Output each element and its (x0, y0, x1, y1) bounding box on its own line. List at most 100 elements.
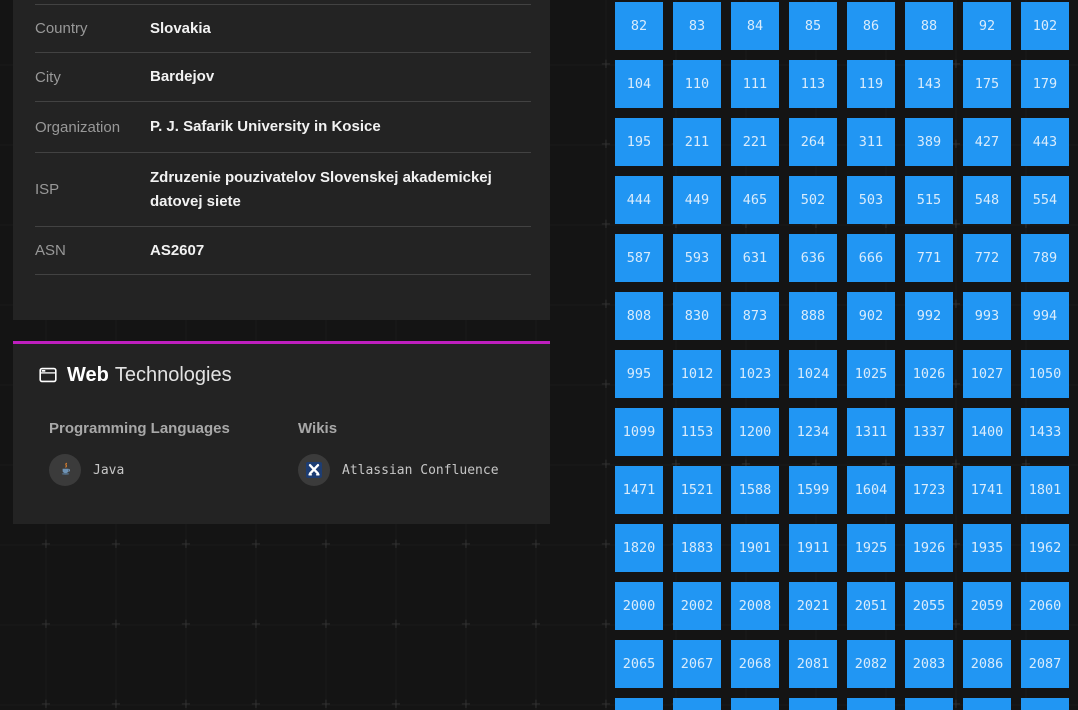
port-tile[interactable]: 2067 (673, 640, 721, 688)
port-tile[interactable]: 995 (615, 350, 663, 398)
port-tile[interactable]: 1741 (963, 466, 1011, 514)
port-tile[interactable]: 1925 (847, 524, 895, 572)
port-tile[interactable]: 119 (847, 60, 895, 108)
port-tile[interactable]: 993 (963, 292, 1011, 340)
port-tile[interactable]: 593 (673, 234, 721, 282)
port-tile[interactable]: 211 (673, 118, 721, 166)
port-tile[interactable]: 1883 (673, 524, 721, 572)
port-tile[interactable]: 515 (905, 176, 953, 224)
port-tile[interactable]: 1234 (789, 408, 837, 456)
port-tile[interactable]: 554 (1021, 176, 1069, 224)
port-tile[interactable]: 2008 (731, 582, 779, 630)
port-tile[interactable]: 143 (905, 60, 953, 108)
port-tile[interactable]: 443 (1021, 118, 1069, 166)
port-tile[interactable]: 2081 (789, 640, 837, 688)
port-tile[interactable]: 1023 (731, 350, 779, 398)
port-tile[interactable]: 1962 (1021, 524, 1069, 572)
port-tile[interactable]: 264 (789, 118, 837, 166)
port-tile[interactable]: 221 (731, 118, 779, 166)
port-tile[interactable]: 1599 (789, 466, 837, 514)
port-tile[interactable]: 175 (963, 60, 1011, 108)
port-tile[interactable]: 1026 (905, 350, 953, 398)
port-tile-cutoff[interactable] (905, 698, 953, 710)
port-tile[interactable]: 444 (615, 176, 663, 224)
port-tile[interactable]: 2065 (615, 640, 663, 688)
port-tile-cutoff[interactable] (1021, 698, 1069, 710)
port-tile[interactable]: 1200 (731, 408, 779, 456)
port-tile-cutoff[interactable] (615, 698, 663, 710)
port-tile-cutoff[interactable] (673, 698, 721, 710)
port-tile[interactable]: 449 (673, 176, 721, 224)
port-tile[interactable]: 771 (905, 234, 953, 282)
port-tile[interactable]: 2083 (905, 640, 953, 688)
port-tile[interactable]: 1521 (673, 466, 721, 514)
port-tile[interactable]: 85 (789, 2, 837, 50)
port-tile[interactable]: 82 (615, 2, 663, 50)
port-tile[interactable]: 86 (847, 2, 895, 50)
port-tile-cutoff[interactable] (789, 698, 837, 710)
port-tile[interactable]: 666 (847, 234, 895, 282)
port-tile[interactable]: 888 (789, 292, 837, 340)
port-tile[interactable]: 179 (1021, 60, 1069, 108)
port-tile-cutoff[interactable] (847, 698, 895, 710)
port-tile[interactable]: 808 (615, 292, 663, 340)
port-tile[interactable]: 1337 (905, 408, 953, 456)
port-tile[interactable]: 1801 (1021, 466, 1069, 514)
port-tile[interactable]: 83 (673, 2, 721, 50)
port-tile[interactable]: 1433 (1021, 408, 1069, 456)
port-tile[interactable]: 631 (731, 234, 779, 282)
port-tile[interactable]: 1604 (847, 466, 895, 514)
port-tile[interactable]: 1935 (963, 524, 1011, 572)
port-tile[interactable]: 1153 (673, 408, 721, 456)
port-tile[interactable]: 1723 (905, 466, 953, 514)
port-tile[interactable]: 1820 (615, 524, 663, 572)
port-tile[interactable]: 2059 (963, 582, 1011, 630)
port-tile[interactable]: 503 (847, 176, 895, 224)
port-tile[interactable]: 2021 (789, 582, 837, 630)
port-tile[interactable]: 1027 (963, 350, 1011, 398)
port-tile[interactable]: 195 (615, 118, 663, 166)
tech-item[interactable]: Atlassian Confluence (298, 454, 547, 486)
port-tile[interactable]: 502 (789, 176, 837, 224)
port-tile[interactable]: 789 (1021, 234, 1069, 282)
port-tile[interactable]: 772 (963, 234, 1011, 282)
port-tile[interactable]: 2002 (673, 582, 721, 630)
port-tile[interactable]: 992 (905, 292, 953, 340)
port-tile[interactable]: 1050 (1021, 350, 1069, 398)
port-tile[interactable]: 1012 (673, 350, 721, 398)
port-tile[interactable]: 548 (963, 176, 1011, 224)
port-tile[interactable]: 1025 (847, 350, 895, 398)
port-tile-cutoff[interactable] (963, 698, 1011, 710)
port-tile[interactable]: 84 (731, 2, 779, 50)
port-tile[interactable]: 427 (963, 118, 1011, 166)
port-tile[interactable]: 88 (905, 2, 953, 50)
port-tile-cutoff[interactable] (731, 698, 779, 710)
port-tile[interactable]: 113 (789, 60, 837, 108)
port-tile[interactable]: 2055 (905, 582, 953, 630)
port-tile[interactable]: 2051 (847, 582, 895, 630)
port-tile[interactable]: 636 (789, 234, 837, 282)
port-tile[interactable]: 902 (847, 292, 895, 340)
port-tile[interactable]: 465 (731, 176, 779, 224)
port-tile[interactable]: 1024 (789, 350, 837, 398)
port-tile[interactable]: 1099 (615, 408, 663, 456)
port-tile[interactable]: 2068 (731, 640, 779, 688)
port-tile[interactable]: 311 (847, 118, 895, 166)
port-tile[interactable]: 1311 (847, 408, 895, 456)
port-tile[interactable]: 1471 (615, 466, 663, 514)
port-tile[interactable]: 92 (963, 2, 1011, 50)
port-tile[interactable]: 110 (673, 60, 721, 108)
port-tile[interactable]: 102 (1021, 2, 1069, 50)
port-tile[interactable]: 104 (615, 60, 663, 108)
port-tile[interactable]: 2087 (1021, 640, 1069, 688)
port-tile[interactable]: 2000 (615, 582, 663, 630)
port-tile[interactable]: 111 (731, 60, 779, 108)
port-tile[interactable]: 1400 (963, 408, 1011, 456)
port-tile[interactable]: 994 (1021, 292, 1069, 340)
port-tile[interactable]: 389 (905, 118, 953, 166)
port-tile[interactable]: 2082 (847, 640, 895, 688)
port-tile[interactable]: 2086 (963, 640, 1011, 688)
port-tile[interactable]: 587 (615, 234, 663, 282)
port-tile[interactable]: 873 (731, 292, 779, 340)
port-tile[interactable]: 1588 (731, 466, 779, 514)
